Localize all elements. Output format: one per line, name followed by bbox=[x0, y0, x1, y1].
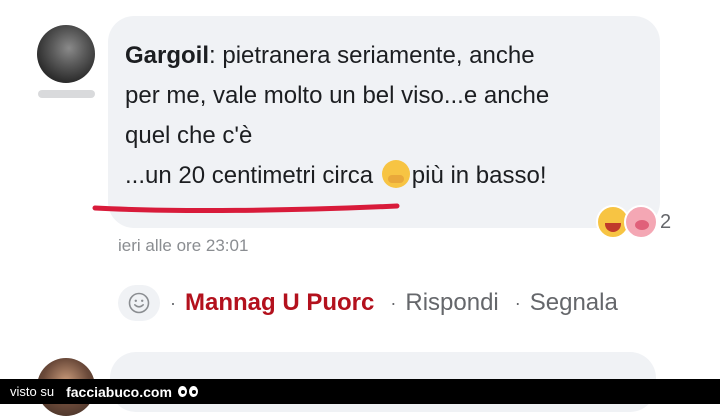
footer-prefix: visto su bbox=[10, 384, 55, 399]
report-link[interactable]: Segnala bbox=[530, 289, 618, 317]
comment-line-1-text: pietranera seriamente, anche bbox=[215, 42, 535, 69]
comment-line-4-start: ...un 20 centimetri circa bbox=[125, 162, 380, 189]
watermark-footer: visto su facciabuco.com bbox=[0, 379, 720, 404]
reaction-summary[interactable]: 2 bbox=[596, 203, 686, 243]
comment-line-3: quel che c'è bbox=[125, 122, 253, 149]
comment-line-2: per me, vale molto un bel viso...e anche bbox=[125, 82, 550, 109]
hugging-face-emoji-icon bbox=[381, 160, 410, 188]
comment-line-4: ...un 20 centimetri circa più in basso! bbox=[125, 156, 645, 196]
action-separator: · bbox=[170, 292, 176, 313]
reaction-count: 2 bbox=[660, 211, 672, 233]
reply-link[interactable]: Rispondi bbox=[405, 289, 498, 317]
eyes-logo-icon bbox=[177, 386, 200, 397]
action-separator: · bbox=[514, 292, 521, 313]
comment-line-4-end: più in basso! bbox=[411, 162, 547, 189]
red-underline-annotation bbox=[92, 203, 400, 213]
react-button[interactable] bbox=[118, 285, 160, 321]
viewer-username-link[interactable]: Mannag U Puorc bbox=[185, 289, 374, 317]
footer-brand: facciabuco.com bbox=[66, 383, 172, 400]
comment-timestamp[interactable]: ieri alle ore 23:01 bbox=[118, 236, 248, 256]
action-separator: · bbox=[390, 292, 397, 313]
avatar-badge-bar bbox=[38, 90, 95, 98]
smiley-icon bbox=[128, 292, 150, 314]
commenter-avatar[interactable] bbox=[37, 25, 95, 83]
comment-text: Gargoil: pietranera seriamente, anche pe… bbox=[125, 36, 645, 196]
comment-actions-bar: · Mannag U Puorc · Rispondi · Segnala bbox=[118, 283, 634, 323]
author-separator: : bbox=[209, 42, 216, 69]
comment-line-1: Gargoil: pietranera seriamente, anche bbox=[125, 36, 645, 76]
comment-author[interactable]: Gargoil bbox=[125, 42, 209, 69]
pig-face-reaction-icon bbox=[624, 205, 658, 239]
